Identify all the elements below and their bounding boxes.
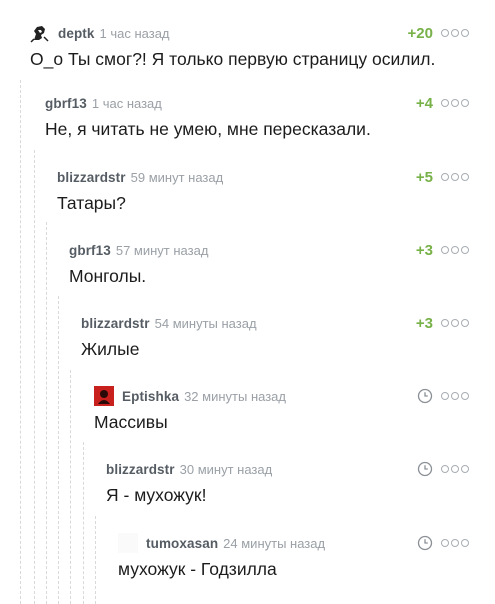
comment-rating: +5 [415, 168, 433, 186]
comment-actions [417, 386, 469, 406]
comment-text: Жилые [81, 339, 140, 359]
thread-guide-line[interactable] [95, 516, 96, 604]
comment-actions: +4 [416, 93, 469, 113]
comment-timestamp[interactable]: 32 минуты назад [184, 389, 286, 404]
more-options-icon[interactable] [441, 99, 469, 107]
thread-guide-line[interactable] [58, 296, 59, 604]
comment-author[interactable]: Eptishka [122, 389, 179, 404]
comment: tumoxasan 24 минуты назад мухожук - Годз… [118, 533, 469, 581]
clock-icon [417, 388, 433, 404]
comment-text: Массивы [94, 412, 168, 432]
comment-actions: +20 [408, 23, 469, 43]
comment-timestamp[interactable]: 57 минут назад [116, 243, 209, 258]
more-options-icon[interactable] [441, 539, 469, 547]
comment-timestamp[interactable]: 54 минуты назад [155, 316, 257, 331]
comment-header: gbrf13 57 минут назад +3 [69, 240, 469, 260]
comment-text: мухожук - Годзилла [118, 559, 277, 579]
more-options-icon[interactable] [441, 29, 469, 37]
comment-text: Не, я читать не умею, мне пересказали. [45, 119, 371, 139]
comment-actions [417, 459, 469, 479]
comment-actions: +3 [416, 240, 469, 260]
comment-thread: deptk 1 час назад +20 О_о Ты смог?! Я то… [0, 0, 495, 604]
comment: blizzardstr 59 минут назад +5 Татары? [57, 167, 469, 215]
user-avatar[interactable] [118, 533, 138, 553]
comment-text: Татары? [57, 193, 126, 213]
comment-header: deptk 1 час назад +20 [30, 23, 469, 43]
comment-header: tumoxasan 24 минуты назад [118, 533, 469, 553]
comment-author[interactable]: gbrf13 [45, 96, 87, 111]
user-avatar[interactable] [30, 23, 50, 43]
comment-header: blizzardstr 59 минут назад +5 [57, 167, 469, 187]
comment: blizzardstr 30 минут назад Я - мухожук! [106, 459, 469, 507]
comment-header: Eptishka 32 минуты назад [94, 386, 469, 406]
comment-author[interactable]: blizzardstr [57, 170, 126, 185]
comment-timestamp[interactable]: 1 час назад [92, 96, 162, 111]
comment-rating: +3 [415, 314, 433, 332]
more-options-icon[interactable] [441, 319, 469, 327]
comment: deptk 1 час назад +20 О_о Ты смог?! Я то… [30, 23, 469, 71]
user-avatar[interactable] [94, 386, 114, 406]
comment-actions: +3 [416, 313, 469, 333]
thread-guide-line[interactable] [83, 442, 84, 604]
more-options-icon[interactable] [441, 392, 469, 400]
comment-author[interactable]: blizzardstr [106, 462, 175, 477]
thread-guide-line[interactable] [34, 150, 35, 604]
more-options-icon[interactable] [441, 246, 469, 254]
clock-icon [417, 461, 433, 477]
red-square-avatar-icon [94, 386, 114, 406]
comment-timestamp[interactable]: 30 минут назад [180, 462, 273, 477]
comment-timestamp[interactable]: 1 час назад [100, 26, 170, 41]
comment: gbrf13 57 минут назад +3 Монголы. [69, 240, 469, 288]
comment-actions: +5 [416, 167, 469, 187]
comment-rating: +4 [415, 94, 433, 112]
comment-rating: +20 [407, 24, 433, 42]
thread-guide-line[interactable] [46, 222, 47, 604]
more-options-icon[interactable] [441, 173, 469, 181]
comment-text: Я - мухожук! [106, 485, 207, 505]
comment-actions [417, 533, 469, 553]
clock-icon [417, 535, 433, 551]
thread-guide-line[interactable] [70, 370, 71, 604]
comment: gbrf13 1 час назад +4 Не, я читать не ум… [45, 93, 469, 141]
thread-guide-line[interactable] [20, 80, 21, 604]
comment-text: О_о Ты смог?! Я только первую страницу о… [30, 49, 436, 69]
sketch-portrait-icon [30, 26, 49, 43]
comment-text: Монголы. [69, 266, 147, 286]
comment-author[interactable]: tumoxasan [146, 536, 218, 551]
comment-rating: +3 [415, 241, 433, 259]
comment-header: blizzardstr 54 минуты назад +3 [81, 313, 469, 333]
comment-timestamp[interactable]: 59 минут назад [131, 170, 224, 185]
comment-header: gbrf13 1 час назад +4 [45, 93, 469, 113]
comment-author[interactable]: blizzardstr [81, 316, 150, 331]
comment: Eptishka 32 минуты назад Массивы [94, 386, 469, 434]
comment: blizzardstr 54 минуты назад +3 Жилые [81, 313, 469, 361]
comment-author[interactable]: deptk [58, 26, 95, 41]
comment-timestamp[interactable]: 24 минуты назад [223, 536, 325, 551]
comment-header: blizzardstr 30 минут назад [106, 459, 469, 479]
comment-author[interactable]: gbrf13 [69, 243, 111, 258]
more-options-icon[interactable] [441, 465, 469, 473]
